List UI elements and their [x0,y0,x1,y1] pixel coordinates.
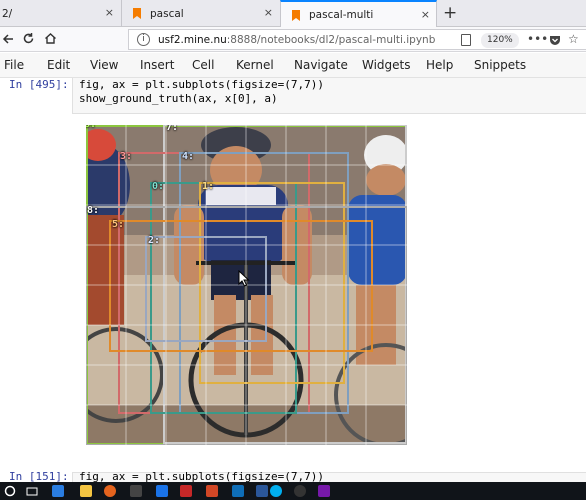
close-tab-icon[interactable]: × [264,6,273,19]
app-icon[interactable] [180,485,192,497]
app-icon[interactable] [130,485,142,497]
code-line: fig, ax = plt.subplots(figsize=(7,7)) [79,78,325,91]
box-label: 4: [182,151,195,162]
next-code-cell[interactable]: fig, ax = plt.subplots(figsize=(7,7)) [72,470,586,483]
bounding-box [150,182,297,414]
reader-view-icon[interactable] [461,34,471,46]
box-label: 6: [86,125,96,130]
url-bar[interactable]: i usf2.mine.nu:8888/notebooks/dl2/pascal… [128,29,586,50]
box-label: 2: [148,235,161,246]
menu-view[interactable]: View [90,58,118,72]
menu-kernel[interactable]: Kernel [236,58,274,72]
site-info-icon[interactable]: i [137,33,150,46]
cortana-search-icon[interactable] [4,485,16,497]
app-icon[interactable] [294,485,306,497]
bookmark-star-icon[interactable]: ☆ [568,32,579,46]
navigation-bar: i usf2.mine.nu:8888/notebooks/dl2/pascal… [0,27,586,52]
menu-edit[interactable]: Edit [47,58,70,72]
box-label: 8: [87,205,100,216]
onenote-icon[interactable] [318,485,330,497]
firefox-icon[interactable] [104,485,116,497]
tab-label: 2/ [2,7,13,20]
menu-file[interactable]: File [4,58,24,72]
tab-pascal[interactable]: pascal × [121,0,279,27]
file-explorer-icon[interactable] [80,485,92,497]
menu-navigate[interactable]: Navigate [294,58,348,72]
close-tab-icon[interactable]: × [421,8,430,21]
bookmark-favicon-icon [292,10,300,21]
tab-pascal-multi[interactable]: pascal-multi × [280,0,437,28]
edge-browser-icon[interactable] [52,485,64,497]
home-icon[interactable] [44,32,57,45]
screen: { "browser": { "tabs": [ {"label": "2/",… [0,0,586,500]
code-line: show_ground_truth(ax, x[0], a) [79,92,278,105]
menu-insert[interactable]: Insert [140,58,174,72]
pocket-icon[interactable] [549,35,561,46]
bounding-box [179,152,349,414]
new-tab-button[interactable]: + [443,3,457,23]
back-arrow-icon[interactable] [2,33,14,45]
bookmark-favicon-icon [133,8,141,19]
tab-label: pascal-multi [309,9,374,21]
zoom-level-badge[interactable]: 120% [481,33,519,48]
box-label: 5: [112,219,125,230]
reload-icon[interactable] [22,32,35,45]
bounding-box [199,182,345,384]
word-icon[interactable] [256,485,268,497]
app-icon[interactable] [156,485,168,497]
menu-snippets[interactable]: Snippets [474,58,526,72]
bounding-box [118,152,310,414]
menu-widgets[interactable]: Widgets [362,58,411,72]
menu-cell[interactable]: Cell [192,58,214,72]
box-label: 7: [166,125,179,133]
code-cell-input[interactable]: fig, ax = plt.subplots(figsize=(7,7)) sh… [72,78,586,114]
powerpoint-icon[interactable] [206,485,218,497]
tab-strip: 2/ × pascal × pascal-multi × + [0,0,586,28]
notebook-menubar: File Edit View Insert Cell Kernel Naviga… [0,53,586,78]
box-label: 1: [202,181,215,192]
page-actions-icon[interactable]: ••• [527,32,548,46]
app-icon[interactable] [232,485,244,497]
url-text[interactable]: usf2.mine.nu:8888/notebooks/dl2/pascal-m… [158,34,435,46]
taskbar [0,482,586,500]
task-view-icon[interactable] [26,485,38,497]
close-tab-icon[interactable]: × [105,6,114,19]
skype-icon[interactable] [270,485,282,497]
cell-prompt: In [495]: [9,78,69,91]
box-label: 3: [120,151,133,162]
tab-2[interactable]: 2/ × [0,0,120,27]
menu-help[interactable]: Help [426,58,453,72]
tab-label: pascal [150,7,184,20]
box-label: 0: [152,181,165,192]
mouse-cursor-icon [238,270,250,287]
